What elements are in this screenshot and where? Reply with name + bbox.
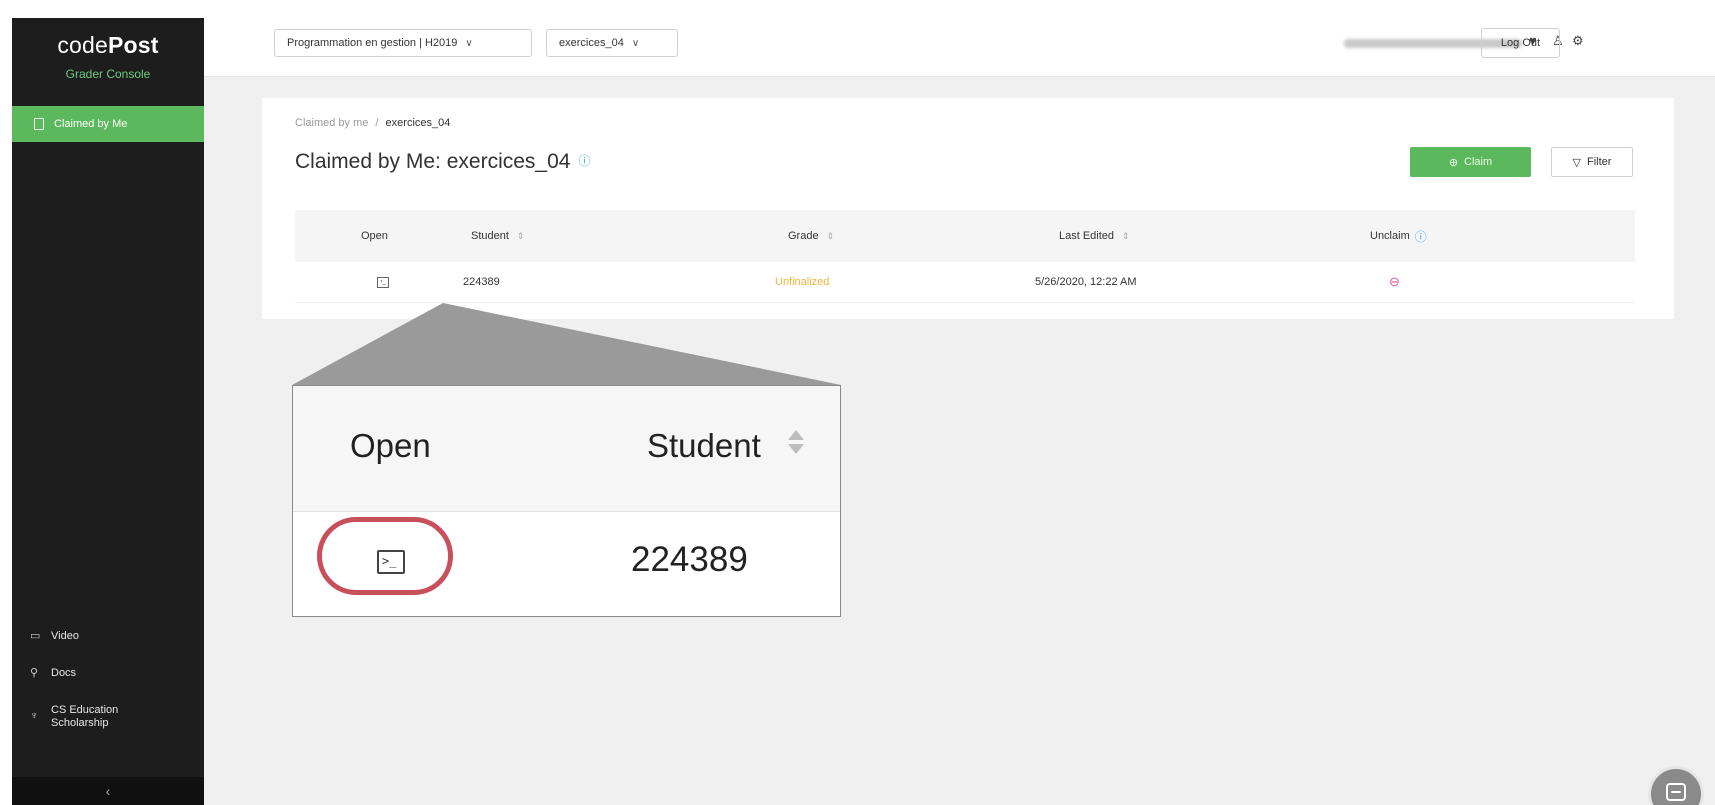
zoom-student-id: 224389 [631,540,748,579]
zoom-connector [292,303,841,385]
zoom-student-label: Student [647,427,761,464]
terminal-icon[interactable]: >_ [377,550,405,574]
sort-icon [788,430,804,454]
zoom-open-label: Open [350,427,431,464]
zoom-connector-shape [292,303,841,385]
zoom-callout: Open Student >_ 224389 [292,385,841,617]
zoom-header: Open Student [293,386,840,512]
app-frame: codePost Grader Console Claimed by Me ▭ … [12,18,1715,805]
